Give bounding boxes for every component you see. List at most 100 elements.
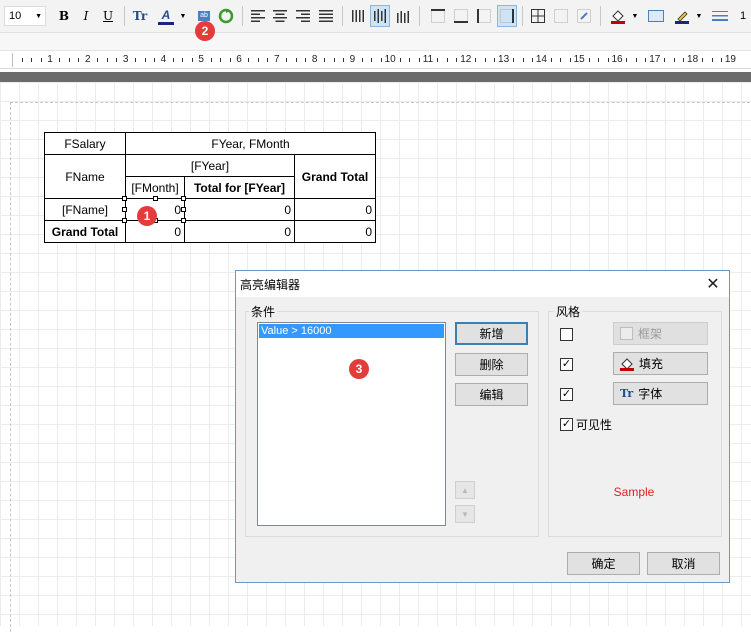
ruler-tick xyxy=(446,58,448,62)
resize-handle[interactable] xyxy=(122,207,127,212)
value-cell[interactable]: 0 xyxy=(294,220,376,243)
ruler-tick xyxy=(683,58,685,62)
delete-button[interactable]: 删除 xyxy=(455,353,528,376)
bold-button[interactable]: B xyxy=(54,5,74,27)
ruler-number: 16 xyxy=(611,54,623,65)
frame-icon[interactable] xyxy=(646,5,666,27)
border-none-icon[interactable] xyxy=(551,5,571,27)
columns-header[interactable]: FYear, FMonth xyxy=(125,132,376,155)
ruler-tick xyxy=(324,58,326,62)
fill-color-icon[interactable] xyxy=(608,5,628,27)
value-cell[interactable]: 0 xyxy=(294,198,376,221)
resize-handle[interactable] xyxy=(181,218,186,223)
resize-handle[interactable] xyxy=(181,196,186,201)
ruler-tick xyxy=(673,58,675,62)
border-style-icon[interactable] xyxy=(574,5,594,27)
align-left-icon[interactable] xyxy=(248,5,268,27)
justify-icon[interactable] xyxy=(316,5,336,27)
conditions-list[interactable]: Value > 16000 xyxy=(257,322,446,526)
move-up-button[interactable]: ▲ xyxy=(455,481,475,499)
ruler-tick xyxy=(333,58,335,62)
valign-top-icon[interactable] xyxy=(348,5,368,27)
pivot-table[interactable]: FSalary FYear, FMonth FName [FYear] Gran… xyxy=(44,132,376,243)
border-all-icon[interactable] xyxy=(528,5,548,27)
italic-button[interactable]: I xyxy=(76,5,96,27)
ruler-number: 8 xyxy=(311,54,318,65)
chevron-down-icon[interactable]: ▼ xyxy=(178,5,188,27)
ruler-tick xyxy=(68,58,70,62)
ruler-tick xyxy=(78,58,80,62)
ruler-tick xyxy=(135,58,137,62)
highlighter-icon[interactable] xyxy=(672,5,692,27)
resize-handle[interactable] xyxy=(122,218,127,223)
ruler-tick xyxy=(182,58,184,62)
valign-middle-icon[interactable] xyxy=(370,5,390,27)
ruler-tick xyxy=(409,58,411,62)
fill-checkbox[interactable]: ✓ xyxy=(560,358,573,371)
visibility-checkbox[interactable]: ✓ xyxy=(560,418,573,431)
ruler-number: 12 xyxy=(460,54,472,65)
font-color-icon: A xyxy=(161,7,171,22)
valign-bottom-icon[interactable] xyxy=(393,5,413,27)
ruler-tick xyxy=(229,58,231,62)
ok-button[interactable]: 确定 xyxy=(567,552,640,575)
ruler-number: 19 xyxy=(724,54,736,65)
border-right-icon[interactable] xyxy=(497,5,517,27)
grand-total-column[interactable]: Grand Total xyxy=(294,154,376,199)
frame-button-label: 框架 xyxy=(638,327,663,341)
year-field[interactable]: [FYear] xyxy=(125,154,295,177)
font-checkbox[interactable]: ✓ xyxy=(560,388,573,401)
font-size-combo[interactable]: 10 ▼ xyxy=(4,6,46,26)
border-left-icon[interactable] xyxy=(474,5,494,27)
align-center-icon[interactable] xyxy=(270,5,290,27)
fill-button[interactable]: 填充 xyxy=(613,352,708,375)
resize-handle[interactable] xyxy=(181,207,186,212)
chevron-down-icon[interactable]: ▼ xyxy=(694,5,704,27)
border-top-icon[interactable] xyxy=(428,5,448,27)
font-button[interactable]: Tr 字体 xyxy=(613,382,708,405)
resize-handle[interactable] xyxy=(122,196,127,201)
chevron-down-icon[interactable]: ▼ xyxy=(630,5,640,27)
edit-button[interactable]: 编辑 xyxy=(455,383,528,406)
value-cell[interactable]: 0 xyxy=(184,198,295,221)
align-right-icon[interactable] xyxy=(293,5,313,27)
frame-checkbox[interactable] xyxy=(560,328,573,341)
ruler-tick xyxy=(550,58,552,62)
resize-handle[interactable] xyxy=(153,196,158,201)
visibility-label[interactable]: 可见性 xyxy=(576,416,612,433)
ruler-tick xyxy=(144,58,146,62)
name-value-cell[interactable]: [FName] xyxy=(44,198,126,221)
cancel-button[interactable]: 取消 xyxy=(647,552,720,575)
font-icon[interactable]: Tr xyxy=(130,5,150,27)
list-item[interactable]: Value > 16000 xyxy=(259,324,444,338)
font-size-partial[interactable]: 1 xyxy=(736,5,750,27)
font-color-button[interactable]: A xyxy=(156,5,176,27)
add-button[interactable]: 新增 xyxy=(455,322,528,345)
ruler-number: 11 xyxy=(422,54,434,65)
ruler-tick xyxy=(371,58,373,62)
value-cell[interactable]: 0 xyxy=(125,220,185,243)
ruler-tick xyxy=(257,58,259,62)
ruler-tick xyxy=(484,58,486,62)
ruler-tick xyxy=(569,58,571,62)
total-year-column[interactable]: Total for [FYear] xyxy=(184,176,295,199)
refresh-icon[interactable] xyxy=(216,5,236,27)
ruler-tick xyxy=(513,58,515,62)
salary-header[interactable]: FSalary xyxy=(44,132,126,155)
page-header-bar xyxy=(0,72,751,82)
ruler-tick xyxy=(720,58,722,62)
grand-total-row[interactable]: Grand Total xyxy=(44,220,126,243)
dialog-title-bar[interactable]: 高亮编辑器 ✕ xyxy=(236,271,729,297)
line-style-icon[interactable] xyxy=(710,5,730,27)
ruler-tick xyxy=(494,58,496,62)
underline-button[interactable]: U xyxy=(98,5,118,27)
ruler-tick xyxy=(248,58,250,62)
row-field-header[interactable]: FName xyxy=(44,154,126,199)
ruler-number: 17 xyxy=(649,54,661,65)
value-cell[interactable]: 0 xyxy=(184,220,295,243)
close-icon[interactable]: ✕ xyxy=(703,273,723,295)
move-down-button[interactable]: ▼ xyxy=(455,505,475,523)
border-bottom-icon[interactable] xyxy=(451,5,471,27)
fill-button-label: 填充 xyxy=(639,357,664,371)
ruler-tick xyxy=(116,58,118,62)
